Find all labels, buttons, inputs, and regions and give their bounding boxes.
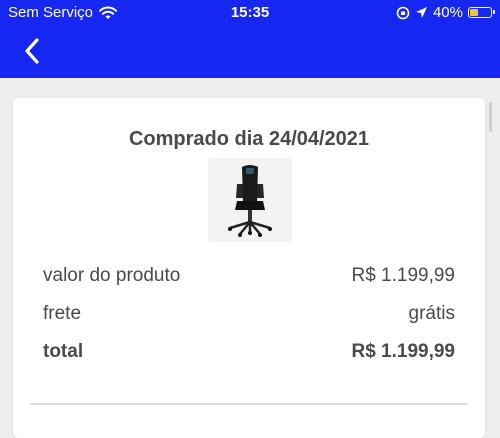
- battery-percent: 40%: [432, 4, 463, 21]
- scroll-indicator[interactable]: [489, 102, 492, 132]
- status-bar: Sem Serviço 15:35 40%: [0, 0, 500, 26]
- total-label: total: [43, 341, 84, 362]
- total-value: R$ 1.199,99: [351, 341, 455, 362]
- back-button[interactable]: [18, 36, 48, 66]
- total-row: total R$ 1.199,99: [43, 341, 455, 363]
- shipping-row: frete grátis: [43, 303, 455, 325]
- orientation-lock-icon: [396, 6, 410, 19]
- product-value-row: valor do produto R$ 1.199,99: [43, 265, 455, 287]
- shipping-value: grátis: [408, 303, 455, 324]
- status-right: 40%: [396, 4, 495, 21]
- order-card: Comprado dia 24/04/2021 valor do produto…: [13, 98, 485, 438]
- app-header: Sem Serviço 15:35 40%: [0, 0, 500, 78]
- product-value-amount: R$ 1.199,99: [351, 265, 455, 286]
- battery-level-fill: [470, 9, 478, 16]
- shipping-label: frete: [43, 303, 82, 324]
- battery-icon: [468, 7, 495, 18]
- gaming-chair-image: [228, 165, 272, 237]
- chevron-left-icon: [25, 38, 39, 64]
- product-value-label: valor do produto: [43, 265, 181, 286]
- purchase-date-title: Comprado dia 24/04/2021: [128, 128, 370, 150]
- section-divider: [30, 403, 468, 405]
- location-arrow-icon: [415, 7, 427, 18]
- product-image[interactable]: [208, 158, 292, 242]
